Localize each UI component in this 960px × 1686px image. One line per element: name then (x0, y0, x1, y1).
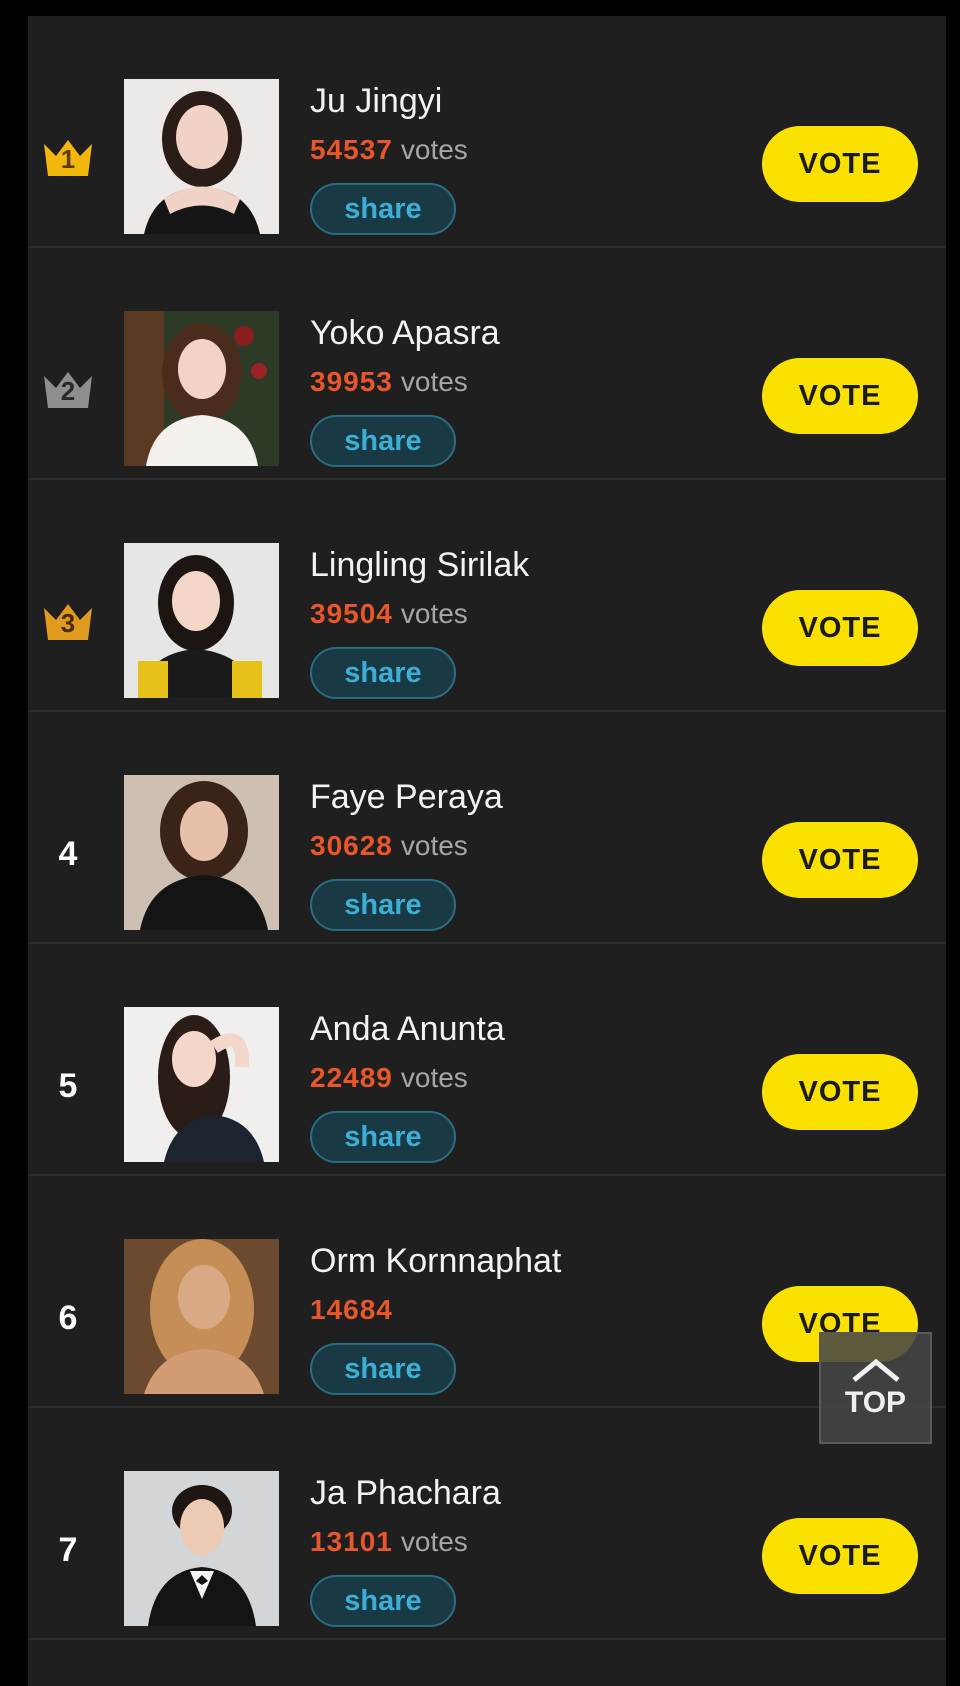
share-button[interactable]: share (310, 1111, 456, 1163)
share-button[interactable]: share (310, 1575, 456, 1627)
list-item: 3 Lingling Sirilak 39504 votes share VOTE (28, 480, 946, 712)
vote-button[interactable]: VOTE (762, 358, 918, 434)
rank-badge: 1 (40, 136, 96, 180)
share-button[interactable]: share (310, 415, 456, 467)
crown-gold-icon: 1 (40, 136, 96, 180)
contestant-name: Lingling Sirilak (310, 546, 530, 584)
chevron-up-icon (851, 1358, 900, 1382)
top-label: TOP (844, 1386, 907, 1419)
rank-number: 2 (60, 376, 76, 406)
rank-badge: 7 (40, 1528, 96, 1572)
contestant-name: Anda Anunta (310, 1010, 505, 1048)
rank-badge: 2 (40, 368, 96, 412)
vote-count: 14684 (310, 1294, 393, 1325)
share-button[interactable]: share (310, 879, 456, 931)
share-button[interactable]: share (310, 647, 456, 699)
contestant-name: Yoko Apasra (310, 314, 500, 352)
list-item: 6 Orm Kornnaphat 14684 share VOTE (28, 1176, 946, 1408)
share-button[interactable]: share (310, 183, 456, 235)
vote-count: 13101 votes (310, 1526, 468, 1557)
vote-count: 30628 votes (310, 830, 468, 861)
crown-bronze-icon: 3 (40, 600, 96, 644)
avatar (124, 543, 279, 698)
vote-button[interactable]: VOTE (762, 1518, 918, 1594)
rank-number: 7 (58, 1530, 78, 1569)
vote-button[interactable]: VOTE (762, 590, 918, 666)
list-item: 4 Faye Peraya 30628 votes share VOTE (28, 712, 946, 944)
rank-badge: 4 (40, 832, 96, 876)
avatar (124, 311, 279, 466)
avatar (124, 1239, 279, 1394)
rank-badge: 3 (40, 600, 96, 644)
rank-number: 1 (60, 144, 76, 174)
rank-number: 4 (58, 834, 78, 873)
avatar (124, 775, 279, 930)
share-button[interactable]: share (310, 1343, 456, 1395)
crown-silver-icon: 2 (40, 368, 96, 412)
rank-number: 5 (58, 1066, 78, 1105)
vote-button[interactable]: VOTE (762, 822, 918, 898)
vote-button[interactable]: VOTE (762, 126, 918, 202)
list-item: 2 Yoko Apasra 39953 votes share VOTE (28, 248, 946, 480)
rank-badge: 6 (40, 1296, 96, 1340)
avatar (124, 1007, 279, 1162)
rank-number: 3 (60, 608, 76, 638)
vote-count: 54537 votes (310, 134, 468, 165)
list-item: 5 Anda Anunta 22489 votes share VOTE (28, 944, 946, 1176)
vote-count: 39504 votes (310, 598, 468, 629)
avatar (124, 79, 279, 234)
ranking-list: 1 Ju Jingyi 54537 votes share VOTE 2 Yoko… (28, 16, 946, 1686)
scroll-top-button[interactable]: TOP (819, 1332, 932, 1444)
contestant-name: Ja Phachara (310, 1474, 501, 1512)
rank-number: 6 (58, 1298, 78, 1337)
contestant-name: Ju Jingyi (310, 82, 443, 120)
rank-badge: 5 (40, 1064, 96, 1108)
vote-count: 39953 votes (310, 366, 468, 397)
vote-button[interactable]: VOTE (762, 1054, 918, 1130)
list-item: 1 Ju Jingyi 54537 votes share VOTE (28, 16, 946, 248)
vote-count: 22489 votes (310, 1062, 468, 1093)
contestant-name: Orm Kornnaphat (310, 1242, 562, 1280)
list-item: 7 Ja Phachara 13101 votes share VOTE (28, 1408, 946, 1640)
contestant-name: Faye Peraya (310, 778, 503, 816)
avatar (124, 1471, 279, 1626)
